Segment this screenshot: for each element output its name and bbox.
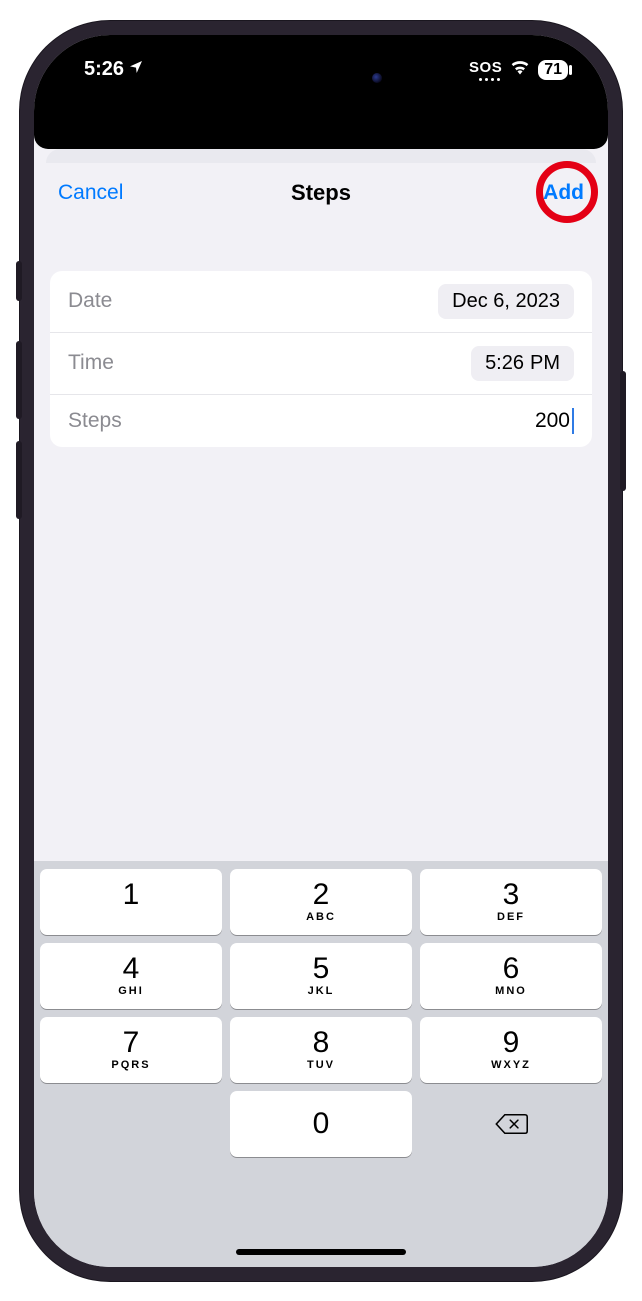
key-4[interactable]: 4 GHI (40, 943, 222, 1009)
mute-switch (16, 261, 22, 301)
key-empty (40, 1091, 222, 1157)
screen: 5:26 SOS 71 Cancel S (34, 35, 608, 1267)
cancel-button[interactable]: Cancel (58, 181, 123, 205)
key-digit: 7 (123, 1028, 140, 1058)
steps-row: Steps 200 (50, 394, 592, 447)
key-letters: PQRS (111, 1060, 150, 1071)
key-letters: GHI (118, 986, 144, 997)
battery-indicator: 71 (538, 60, 568, 80)
background-sheet-peek (46, 149, 596, 163)
key-letters: WXYZ (491, 1060, 531, 1071)
key-8[interactable]: 8 TUV (230, 1017, 412, 1083)
date-picker[interactable]: Dec 6, 2023 (438, 284, 574, 319)
key-9[interactable]: 9 WXYZ (420, 1017, 602, 1083)
steps-input[interactable]: 200 (535, 408, 574, 434)
status-time: 5:26 (84, 58, 124, 81)
steps-label: Steps (68, 409, 122, 433)
form-card: Date Dec 6, 2023 Time 5:26PM Steps 200 (50, 271, 592, 447)
key-2[interactable]: 2 ABC (230, 869, 412, 935)
key-letters: JKL (308, 986, 335, 997)
key-0[interactable]: 0 (230, 1091, 412, 1157)
numeric-keyboard: 1 2 ABC 3 DEF 4 GHI 5 JKL 6 MNO 7 PQRS 8 TUV 9 WXYZ 0 (34, 861, 608, 1267)
time-row: Time 5:26PM (50, 332, 592, 394)
key-digit: 4 (123, 954, 140, 984)
key-digit: 9 (503, 1028, 520, 1058)
key-1[interactable]: 1 (40, 869, 222, 935)
key-letters: DEF (497, 912, 525, 923)
time-label: Time (68, 351, 114, 375)
backspace-key[interactable] (420, 1091, 602, 1157)
location-icon (128, 58, 144, 81)
key-digit: 8 (313, 1028, 330, 1058)
sos-indicator: SOS (469, 59, 502, 81)
volume-up-button (16, 341, 22, 419)
home-indicator[interactable] (236, 1249, 406, 1255)
date-label: Date (68, 289, 112, 313)
key-3[interactable]: 3 DEF (420, 869, 602, 935)
key-7[interactable]: 7 PQRS (40, 1017, 222, 1083)
status-bar-background (34, 95, 608, 149)
front-camera-icon (372, 73, 382, 83)
dynamic-island (246, 59, 396, 97)
power-button (620, 371, 626, 491)
key-digit: 3 (503, 880, 520, 910)
key-digit: 5 (313, 954, 330, 984)
key-digit: 2 (313, 880, 330, 910)
text-cursor-icon (572, 408, 574, 434)
date-row: Date Dec 6, 2023 (50, 271, 592, 332)
backspace-icon (494, 1111, 528, 1137)
key-digit: 6 (503, 954, 520, 984)
key-6[interactable]: 6 MNO (420, 943, 602, 1009)
key-letters: TUV (307, 1060, 335, 1071)
volume-down-button (16, 441, 22, 519)
nav-bar: Cancel Steps Add (34, 163, 608, 221)
add-button[interactable]: Add (543, 181, 584, 205)
phone-frame: 5:26 SOS 71 Cancel S (20, 21, 622, 1281)
wifi-icon (510, 58, 530, 81)
key-digit: 1 (123, 880, 140, 910)
key-5[interactable]: 5 JKL (230, 943, 412, 1009)
time-picker[interactable]: 5:26PM (471, 346, 574, 381)
key-letters: MNO (495, 986, 527, 997)
key-letters (128, 912, 133, 923)
page-title: Steps (291, 180, 351, 206)
key-letters: ABC (306, 912, 336, 923)
